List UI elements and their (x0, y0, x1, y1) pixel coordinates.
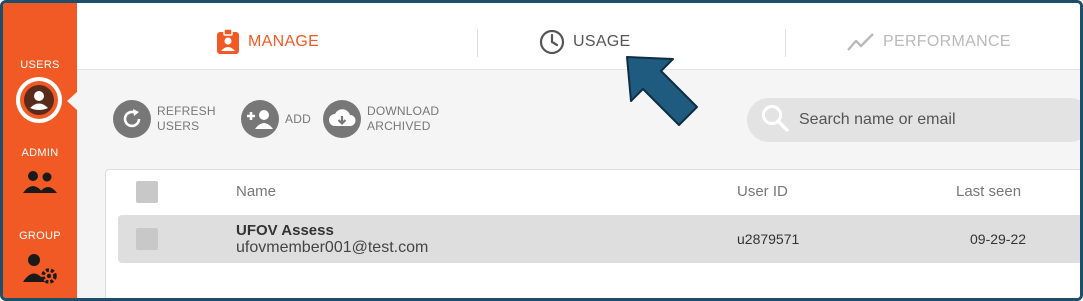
user-name: UFOV Assess (236, 222, 334, 239)
add-user-icon (241, 100, 279, 138)
active-indicator (67, 92, 77, 110)
download-archived-button[interactable]: DOWNLOAD ARCHIVED (323, 100, 439, 138)
users-table: Name User ID Last seen UFOV Assess ufovm… (105, 169, 1080, 298)
user-email: ufovmember001@test.com (236, 239, 429, 256)
main-content: REFRESH USERS ADD DOWNLOAD ARCHIVED Sear… (77, 70, 1080, 298)
badge-icon (216, 29, 240, 55)
top-nav: MANAGE USAGE PERFORMANCE (77, 3, 1080, 70)
user-circle-icon (20, 81, 58, 119)
tab-label: USAGE (573, 33, 631, 50)
select-all-checkbox[interactable] (136, 181, 158, 203)
tab-manage[interactable]: MANAGE (216, 27, 319, 57)
download-label-line2: ARCHIVED (367, 119, 431, 133)
sidebar-item-group[interactable]: GROUP (3, 230, 77, 284)
sidebar-item-admin[interactable]: ADMIN (3, 147, 77, 193)
table-row[interactable]: UFOV Assess ufovmember001@test.com u2879… (118, 215, 1080, 263)
column-header-last-seen[interactable]: Last seen (956, 183, 1021, 200)
tab-label: MANAGE (248, 33, 320, 50)
search-input[interactable] (799, 111, 1079, 129)
tab-label: PERFORMANCE (883, 33, 1011, 50)
user-gear-icon (21, 252, 59, 291)
search-bar[interactable] (747, 98, 1080, 142)
app-window: USERS ADMIN GROUP MANAGE USAGE PERFORMAN… (0, 0, 1083, 301)
sidebar: USERS ADMIN GROUP (3, 3, 77, 298)
sidebar-item-label: GROUP (19, 230, 61, 242)
cloud-download-icon (323, 100, 361, 138)
tab-divider (785, 29, 786, 57)
sidebar-item-label: ADMIN (21, 147, 59, 159)
add-user-button[interactable]: ADD (241, 100, 311, 138)
refresh-icon (113, 100, 151, 138)
sidebar-item-users[interactable]: USERS (3, 59, 77, 123)
table-header: Name User ID Last seen (106, 170, 1080, 214)
row-checkbox[interactable] (136, 228, 158, 250)
tab-performance[interactable]: PERFORMANCE (847, 27, 1011, 57)
add-label: ADD (285, 111, 311, 126)
sidebar-item-label: USERS (20, 59, 60, 71)
column-header-name[interactable]: Name (236, 183, 276, 200)
clock-icon (539, 29, 565, 55)
refresh-label-line1: REFRESH (157, 104, 216, 118)
tab-divider (477, 29, 478, 57)
refresh-label-line2: USERS (157, 119, 200, 133)
column-header-user-id[interactable]: User ID (737, 183, 788, 200)
people-icon (21, 169, 59, 200)
refresh-users-button[interactable]: REFRESH USERS (113, 100, 216, 138)
search-icon (761, 104, 789, 137)
trend-line-icon (847, 32, 875, 52)
annotation-arrow-icon (626, 56, 698, 126)
last-seen: 09-29-22 (970, 231, 1027, 247)
user-id: u2879571 (737, 231, 800, 247)
download-label-line1: DOWNLOAD (367, 104, 440, 118)
